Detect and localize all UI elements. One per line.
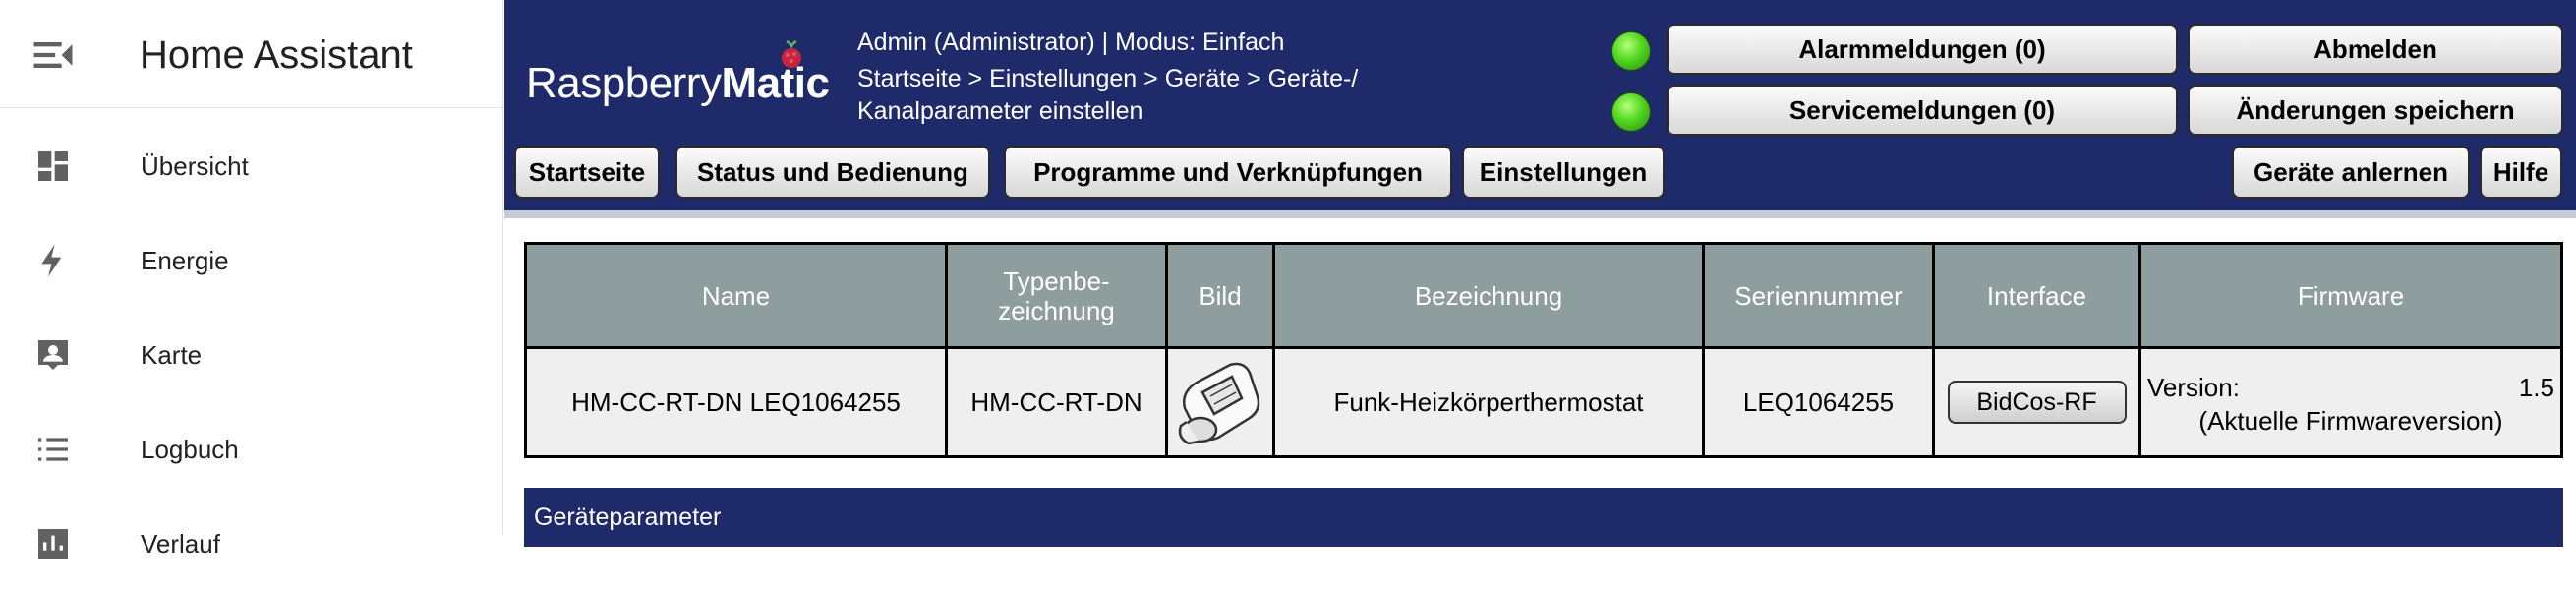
- app-title: Home Assistant: [140, 33, 413, 77]
- column-header-label: Bezeichnung: [1275, 245, 1702, 346]
- column-header-interface: Interface: [1935, 245, 2138, 346]
- service-status-led-icon: [1611, 92, 1651, 132]
- lightning-bolt-icon: [33, 241, 73, 280]
- map-account-icon: [33, 335, 73, 375]
- sidebar-item-logbook[interactable]: Logbuch: [0, 402, 503, 497]
- device-firmware: Version: 1.5 (Aktuelle Firmwareversion): [2141, 349, 2560, 455]
- user-info: Admin (Administrator) | Modus: Einfach: [857, 29, 1285, 56]
- device-image: [1168, 349, 1272, 455]
- sidebar-item-label: Karte: [141, 340, 203, 370]
- column-header-name: Name: [527, 245, 945, 346]
- ccu-header: RaspberryMatic Admin (Administrator) | M…: [504, 0, 2576, 210]
- device-parameters-section: Geräteparameter: [524, 488, 2563, 547]
- chart-box-icon: [33, 524, 73, 563]
- sidebar-header: Home Assistant: [0, 0, 503, 108]
- firmware-status: (Aktuelle Firmwareversion): [2198, 406, 2503, 436]
- sidebar-item-history[interactable]: Verlauf: [0, 497, 503, 591]
- help-button[interactable]: Hilfe: [2480, 146, 2562, 199]
- ha-sidebar: Home Assistant Übersicht Energie Karte L…: [0, 0, 503, 559]
- raspberry-icon: [779, 39, 804, 71]
- sidebar-item-label: Logbuch: [141, 435, 239, 464]
- sidebar-item-map[interactable]: Karte: [0, 308, 503, 402]
- learn-devices-button[interactable]: Geräte anlernen: [2232, 146, 2470, 199]
- save-changes-button[interactable]: Änderungen speichern: [2188, 85, 2563, 136]
- sidebar-item-label: Verlauf: [141, 529, 220, 559]
- firmware-version-label: Version:: [2147, 373, 2240, 402]
- sidebar-item-label: Energie: [141, 246, 229, 275]
- column-header-firmware: Firmware: [2141, 245, 2560, 346]
- ccu-webui: RaspberryMatic Admin (Administrator) | M…: [504, 0, 2576, 547]
- logout-button[interactable]: Abmelden: [2188, 24, 2563, 75]
- radiator-thermostat-icon: [1178, 362, 1260, 445]
- nav-programme[interactable]: Programme und Verknüpfungen: [1004, 146, 1452, 199]
- device-label: Funk-Heizkörperthermostat: [1275, 349, 1702, 455]
- nav-status-und-bedienung[interactable]: Status und Bedienung: [675, 146, 990, 199]
- column-header-image: Bild: [1168, 245, 1272, 346]
- nav-startseite[interactable]: Startseite: [514, 146, 660, 199]
- nav-einstellungen[interactable]: Einstellungen: [1462, 146, 1665, 199]
- device-type: HM-CC-RT-DN: [948, 349, 1165, 455]
- sidebar-item-energy[interactable]: Energie: [0, 213, 503, 308]
- device-name: HM-CC-RT-DN LEQ1064255: [527, 349, 945, 455]
- section-title: Geräteparameter: [534, 503, 722, 531]
- menu-collapse-icon[interactable]: [28, 30, 79, 81]
- header-divider: [504, 210, 2576, 218]
- interface-button[interactable]: BidCos-RF: [1947, 381, 2127, 424]
- dashboard-icon: [33, 147, 73, 186]
- sidebar-item-label: Übersicht: [141, 151, 249, 181]
- firmware-version-value: 1.5: [2518, 373, 2554, 402]
- column-header-serial: Seriennummer: [1705, 245, 1932, 346]
- service-messages-button[interactable]: Servicemeldungen (0): [1667, 85, 2178, 136]
- alarm-messages-button[interactable]: Alarmmeldungen (0): [1667, 24, 2178, 75]
- column-header-type: Typenbe- zeichnung: [948, 245, 1165, 346]
- alarm-status-led-icon: [1611, 31, 1651, 71]
- device-table: Name Typenbe- zeichnung Bild Bezeichnung…: [524, 242, 2563, 458]
- breadcrumb: Startseite > Einstellungen > Geräte > Ge…: [857, 65, 1359, 125]
- sidebar-item-overview[interactable]: Übersicht: [0, 119, 503, 213]
- format-list-bulleted-icon: [33, 430, 73, 469]
- device-serial: LEQ1064255: [1705, 349, 1932, 455]
- device-interface: BidCos-RF: [1935, 349, 2138, 455]
